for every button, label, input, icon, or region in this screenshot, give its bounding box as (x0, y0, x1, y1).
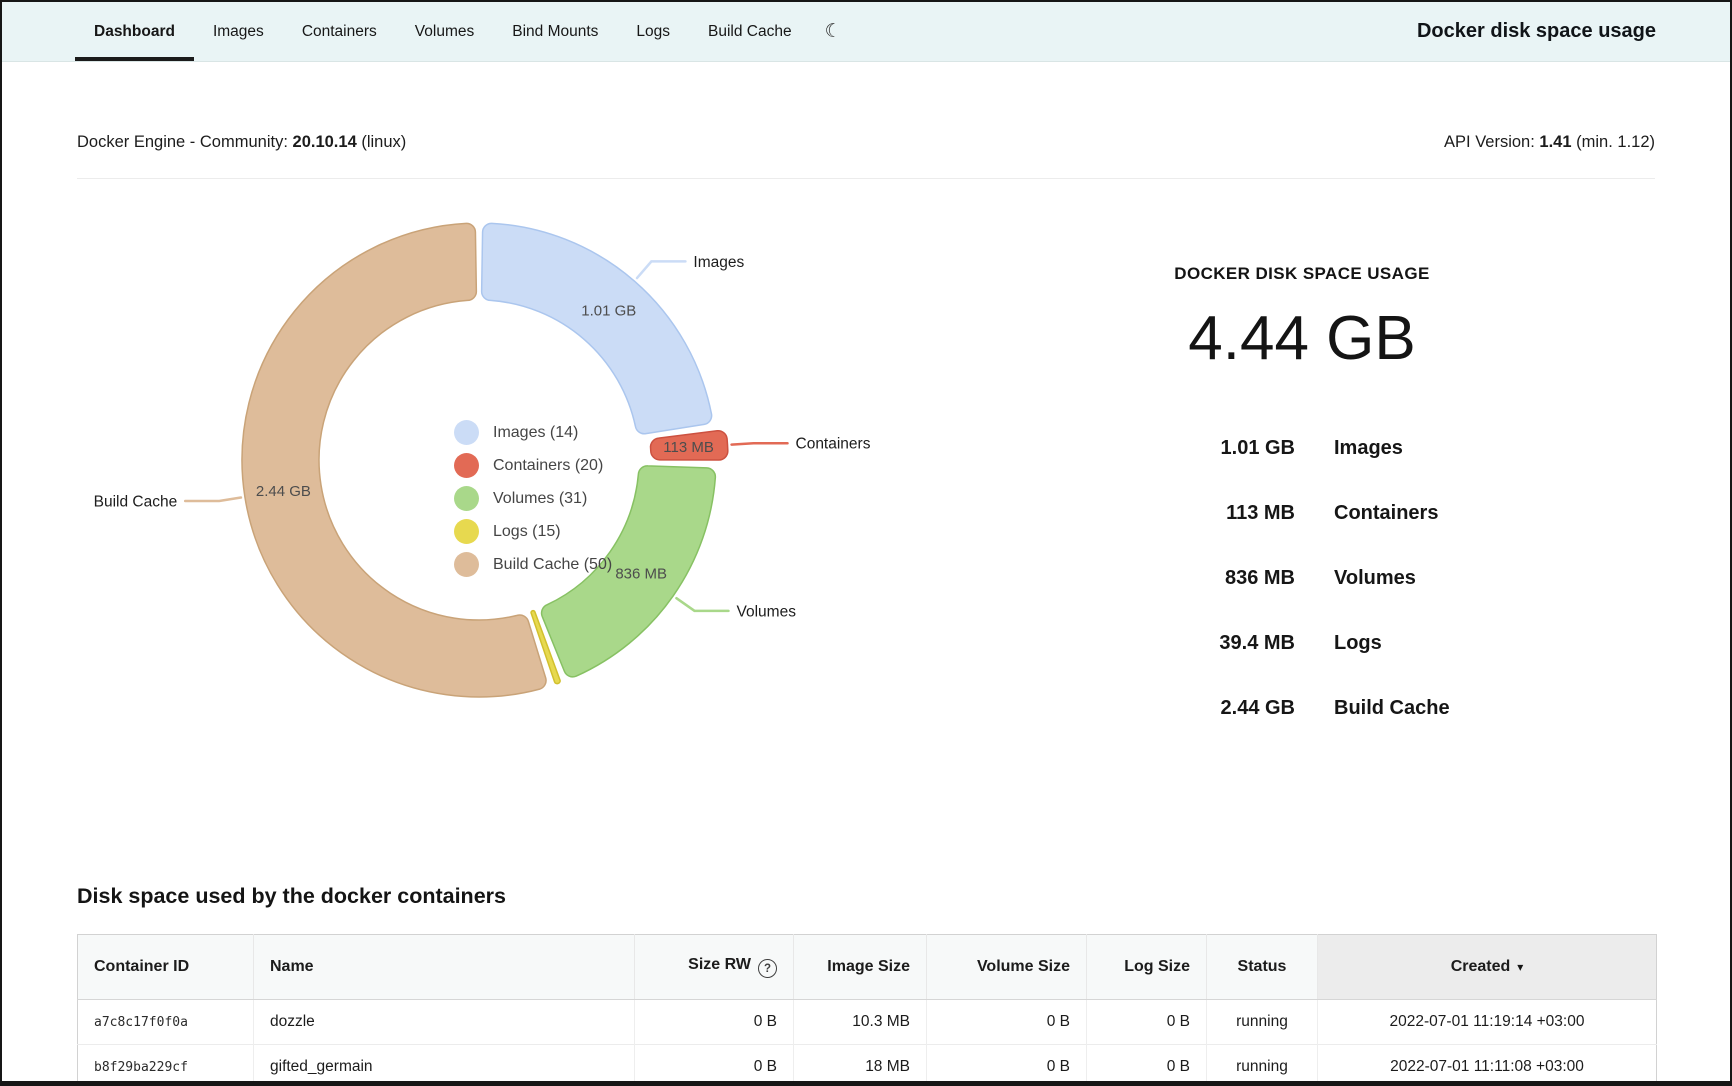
table-header-row: Container ID Name Size RW? Image Size Vo… (78, 935, 1657, 1000)
cell-image-size: 18 MB (794, 1045, 927, 1086)
summary-total: 4.44 GB (1062, 306, 1542, 372)
callout-line-build-cache (185, 498, 241, 501)
summary-heading: DOCKER DISK SPACE USAGE (1062, 264, 1542, 284)
table-row: b8f29ba229cf gifted_germain 0 B 18 MB 0 … (78, 1045, 1657, 1086)
cell-size-rw: 0 B (635, 1000, 794, 1045)
segment-value-label: 836 MB (615, 566, 667, 583)
containers-table: Container ID Name Size RW? Image Size Vo… (77, 934, 1657, 1086)
summary-size: 2.44 GB (1062, 697, 1295, 720)
sort-desc-icon: ▾ (1517, 960, 1523, 974)
summary-row-containers: 113 MB Containers (1062, 481, 1542, 546)
legend-item-volumes: Volumes (31) (454, 482, 612, 515)
callout-label-containers: Containers (796, 436, 871, 453)
callout-line-images (637, 261, 685, 278)
legend-item-build-cache: Build Cache (50) (454, 548, 612, 581)
col-header-size-rw[interactable]: Size RW? (635, 935, 794, 1000)
col-header-volume-size[interactable]: Volume Size (927, 935, 1087, 1000)
callout-line-volumes (676, 598, 728, 611)
cell-size-rw: 0 B (635, 1045, 794, 1086)
containers-table-section: Disk space used by the docker containers… (77, 882, 1656, 1086)
cell-created: 2022-07-01 11:11:08 +03:00 (1318, 1045, 1657, 1086)
cell-log-size: 0 B (1087, 1045, 1207, 1086)
summary-size: 836 MB (1062, 567, 1295, 590)
segment-value-label: 1.01 GB (581, 303, 636, 320)
cell-image-size: 10.3 MB (794, 1000, 927, 1045)
table-row: a7c8c17f0f0a dozzle 0 B 10.3 MB 0 B 0 B … (78, 1000, 1657, 1045)
summary-label: Containers (1334, 502, 1542, 525)
cell-status: running (1207, 1045, 1318, 1086)
cell-status: running (1207, 1000, 1318, 1045)
cell-created: 2022-07-01 11:19:14 +03:00 (1318, 1000, 1657, 1045)
legend-label: Build Cache (50) (493, 556, 612, 574)
legend-swatch-images (454, 420, 479, 445)
donut-segment-images[interactable] (482, 223, 712, 433)
cell-container-id: b8f29ba229cf (78, 1045, 254, 1086)
summary-label: Volumes (1334, 567, 1542, 590)
summary-row-volumes: 836 MB Volumes (1062, 546, 1542, 611)
callout-label-build-cache: Build Cache (94, 493, 178, 510)
cell-volume-size: 0 B (927, 1000, 1087, 1045)
section-title: Disk space used by the docker containers (77, 882, 1656, 910)
cell-container-id: a7c8c17f0f0a (78, 1000, 254, 1045)
legend-swatch-build-cache (454, 552, 479, 577)
summary-row-build-cache: 2.44 GB Build Cache (1062, 676, 1542, 741)
legend-label: Volumes (31) (493, 490, 587, 508)
legend-item-images: Images (14) (454, 416, 612, 449)
legend-label: Logs (15) (493, 523, 561, 541)
summary-label: Images (1334, 437, 1542, 460)
legend-swatch-logs (454, 519, 479, 544)
cell-log-size: 0 B (1087, 1000, 1207, 1045)
col-header-label: Size RW (688, 956, 751, 973)
callout-label-images: Images (693, 254, 744, 271)
summary-size: 113 MB (1062, 502, 1295, 525)
segment-value-label: 2.44 GB (256, 483, 311, 500)
legend-item-containers: Containers (20) (454, 449, 612, 482)
help-icon[interactable]: ? (758, 959, 777, 978)
col-header-created[interactable]: Created ▾ (1318, 935, 1657, 1000)
segment-value-label: 113 MB (663, 439, 714, 456)
summary-row-logs: 39.4 MB Logs (1062, 611, 1542, 676)
legend-label: Images (14) (493, 424, 578, 442)
col-header-image-size[interactable]: Image Size (794, 935, 927, 1000)
summary-row-images: 1.01 GB Images (1062, 416, 1542, 481)
callout-label-volumes: Volumes (737, 603, 797, 620)
summary-label: Build Cache (1334, 697, 1542, 720)
chart-legend: Images (14) Containers (20) Volumes (31)… (454, 416, 612, 581)
legend-item-logs: Logs (15) (454, 515, 612, 548)
cell-name: gifted_germain (254, 1045, 635, 1086)
summary-size: 1.01 GB (1062, 437, 1295, 460)
summary-label: Logs (1334, 632, 1542, 655)
legend-swatch-volumes (454, 486, 479, 511)
disk-usage-summary: DOCKER DISK SPACE USAGE 4.44 GB 1.01 GB … (1062, 264, 1542, 741)
col-header-log-size[interactable]: Log Size (1087, 935, 1207, 1000)
cell-name: dozzle (254, 1000, 635, 1045)
col-header-status[interactable]: Status (1207, 935, 1318, 1000)
app-window: Dashboard Images Containers Volumes Bind… (0, 0, 1732, 1086)
legend-label: Containers (20) (493, 457, 603, 475)
col-header-container-id[interactable]: Container ID (78, 935, 254, 1000)
legend-swatch-containers (454, 453, 479, 478)
cell-volume-size: 0 B (927, 1045, 1087, 1086)
summary-size: 39.4 MB (1062, 632, 1295, 655)
col-header-label: Created (1451, 958, 1511, 975)
col-header-name[interactable]: Name (254, 935, 635, 1000)
summary-rows: 1.01 GB Images 113 MB Containers 836 MB … (1062, 416, 1542, 741)
callout-line-containers (732, 443, 788, 444)
